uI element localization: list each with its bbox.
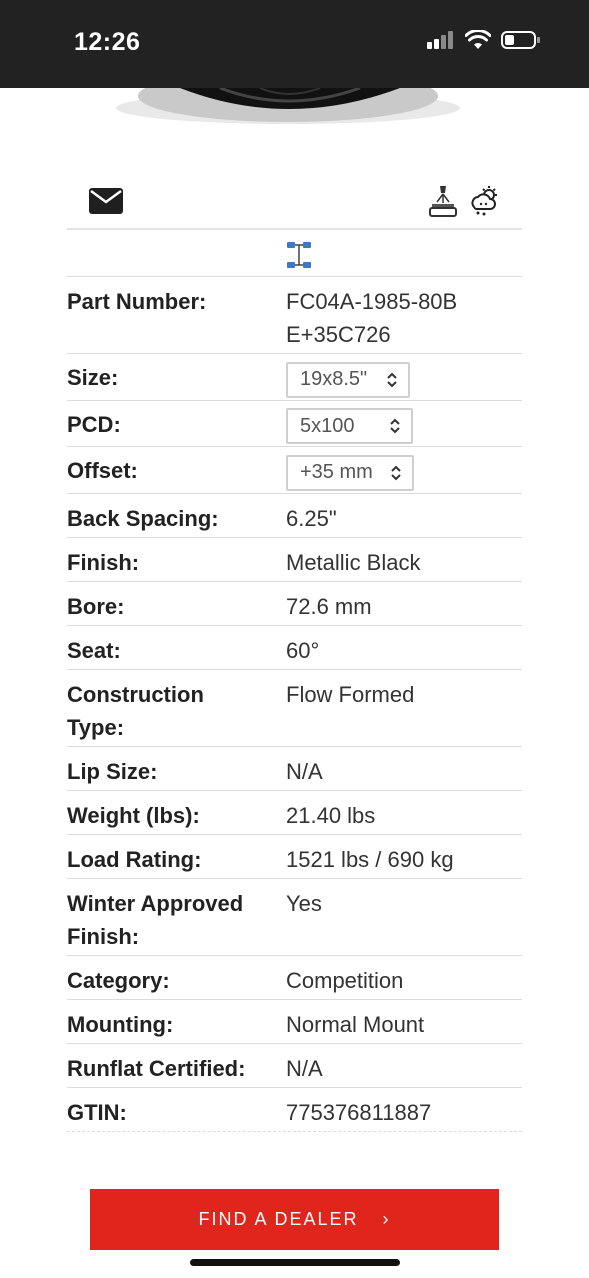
product-actions-row	[67, 178, 522, 230]
size-select-value: 19x8.5"	[300, 368, 368, 390]
status-bar: 12:26	[0, 0, 589, 88]
spec-row-seat: Seat: 60°	[67, 626, 522, 670]
spec-value: Normal Mount	[286, 1011, 425, 1037]
spec-value: FC04A-1985-80BE+35C726	[286, 289, 458, 347]
spec-label: Finish:	[67, 549, 140, 575]
spec-label: Part Number:	[67, 289, 207, 314]
spec-row-construction-type: Construction Type: Flow Formed	[67, 670, 522, 747]
spec-label: Winter Approved Finish:	[67, 890, 244, 949]
envelope-icon[interactable]	[89, 188, 123, 214]
spec-row-lip-size: Lip Size: N/A	[67, 747, 522, 791]
spec-value: 1521 lbs / 690 kg	[286, 846, 454, 872]
wifi-icon	[465, 30, 491, 49]
offset-select[interactable]: +35 mm	[286, 454, 414, 491]
chevron-up-down-icon	[391, 465, 401, 480]
chevron-up-down-icon	[390, 418, 400, 434]
find-dealer-label: FIND A DEALER	[198, 1209, 359, 1229]
spec-value: 60°	[286, 637, 320, 663]
spec-label: PCD:	[67, 411, 121, 437]
spec-row-load-rating: Load Rating: 1521 lbs / 690 kg	[67, 835, 522, 879]
spec-label: Load Rating:	[67, 846, 202, 872]
axle-fitment-icon	[287, 242, 311, 268]
spec-value: N/A	[286, 758, 323, 784]
offset-select-value: +35 mm	[300, 461, 373, 483]
spec-row-part-number: Part Number: FC04A-1985-80BE+35C726	[67, 277, 522, 354]
spec-value: 72.6 mm	[286, 593, 372, 619]
axle-fitment-row	[67, 232, 522, 277]
spec-row-weight: Weight (lbs): 21.40 lbs	[67, 791, 522, 835]
spec-value: Metallic Black	[286, 549, 421, 575]
snow-weather-icon	[471, 186, 497, 216]
home-indicator	[190, 1259, 400, 1266]
battery-icon	[501, 31, 540, 49]
spec-row-mounting: Mounting: Normal Mount	[67, 1000, 522, 1044]
pcd-select[interactable]: 5x100	[286, 408, 413, 444]
spec-value: 6.25"	[286, 505, 337, 531]
status-time: 12:26	[74, 28, 141, 56]
cellular-signal-icon	[427, 31, 453, 49]
size-select[interactable]: 19x8.5"	[286, 361, 410, 398]
spec-row-pcd: PCD: 5x100	[67, 401, 522, 447]
spec-row-offset: Offset: +35 mm	[67, 447, 522, 494]
spec-value: Yes	[286, 890, 322, 916]
find-dealer-button[interactable]: FIND A DEALER ›	[90, 1189, 499, 1250]
wheel-image	[110, 88, 465, 130]
spec-row-size: Size: 19x8.5"	[67, 354, 522, 401]
spec-label: Runflat Certified:	[67, 1055, 246, 1081]
spec-label: Seat:	[67, 637, 121, 663]
spec-label: Lip Size:	[67, 758, 158, 784]
spec-row-bore: Bore: 72.6 mm	[67, 582, 522, 626]
spec-label: GTIN:	[67, 1099, 127, 1125]
chevron-right-icon: ›	[382, 1209, 391, 1229]
spec-row-category: Category: Competition	[67, 956, 522, 1000]
spec-row-gtin: GTIN: 775376811887	[67, 1088, 522, 1132]
spec-row-finish: Finish: Metallic Black	[67, 538, 522, 582]
spec-row-back-spacing: Back Spacing: 6.25"	[67, 494, 522, 538]
spec-label: Construction Type:	[67, 681, 204, 740]
spec-value: 775376811887	[286, 1099, 432, 1125]
spec-value: 21.40 lbs	[286, 802, 376, 828]
spec-label: Offset:	[67, 458, 138, 483]
spec-value: Competition	[286, 967, 404, 993]
spec-label: Category:	[67, 967, 170, 993]
spec-label: Back Spacing:	[67, 505, 219, 531]
powder-coat-icon	[429, 186, 457, 217]
spec-value: Flow Formed	[286, 681, 415, 707]
spec-label: Mounting:	[67, 1011, 174, 1037]
spec-label: Size:	[67, 365, 119, 390]
chevron-up-down-icon	[387, 372, 397, 387]
spec-value: N/A	[286, 1055, 323, 1081]
spec-row-runflat: Runflat Certified: N/A	[67, 1044, 522, 1088]
spec-table: Part Number: FC04A-1985-80BE+35C726 Size…	[67, 277, 522, 1132]
pcd-select-value: 5x100	[300, 414, 355, 437]
spec-label: Bore:	[67, 593, 125, 619]
status-icons	[427, 30, 541, 50]
spec-label: Weight (lbs):	[67, 802, 200, 828]
spec-row-winter-approved: Winter Approved Finish: Yes	[67, 879, 522, 956]
